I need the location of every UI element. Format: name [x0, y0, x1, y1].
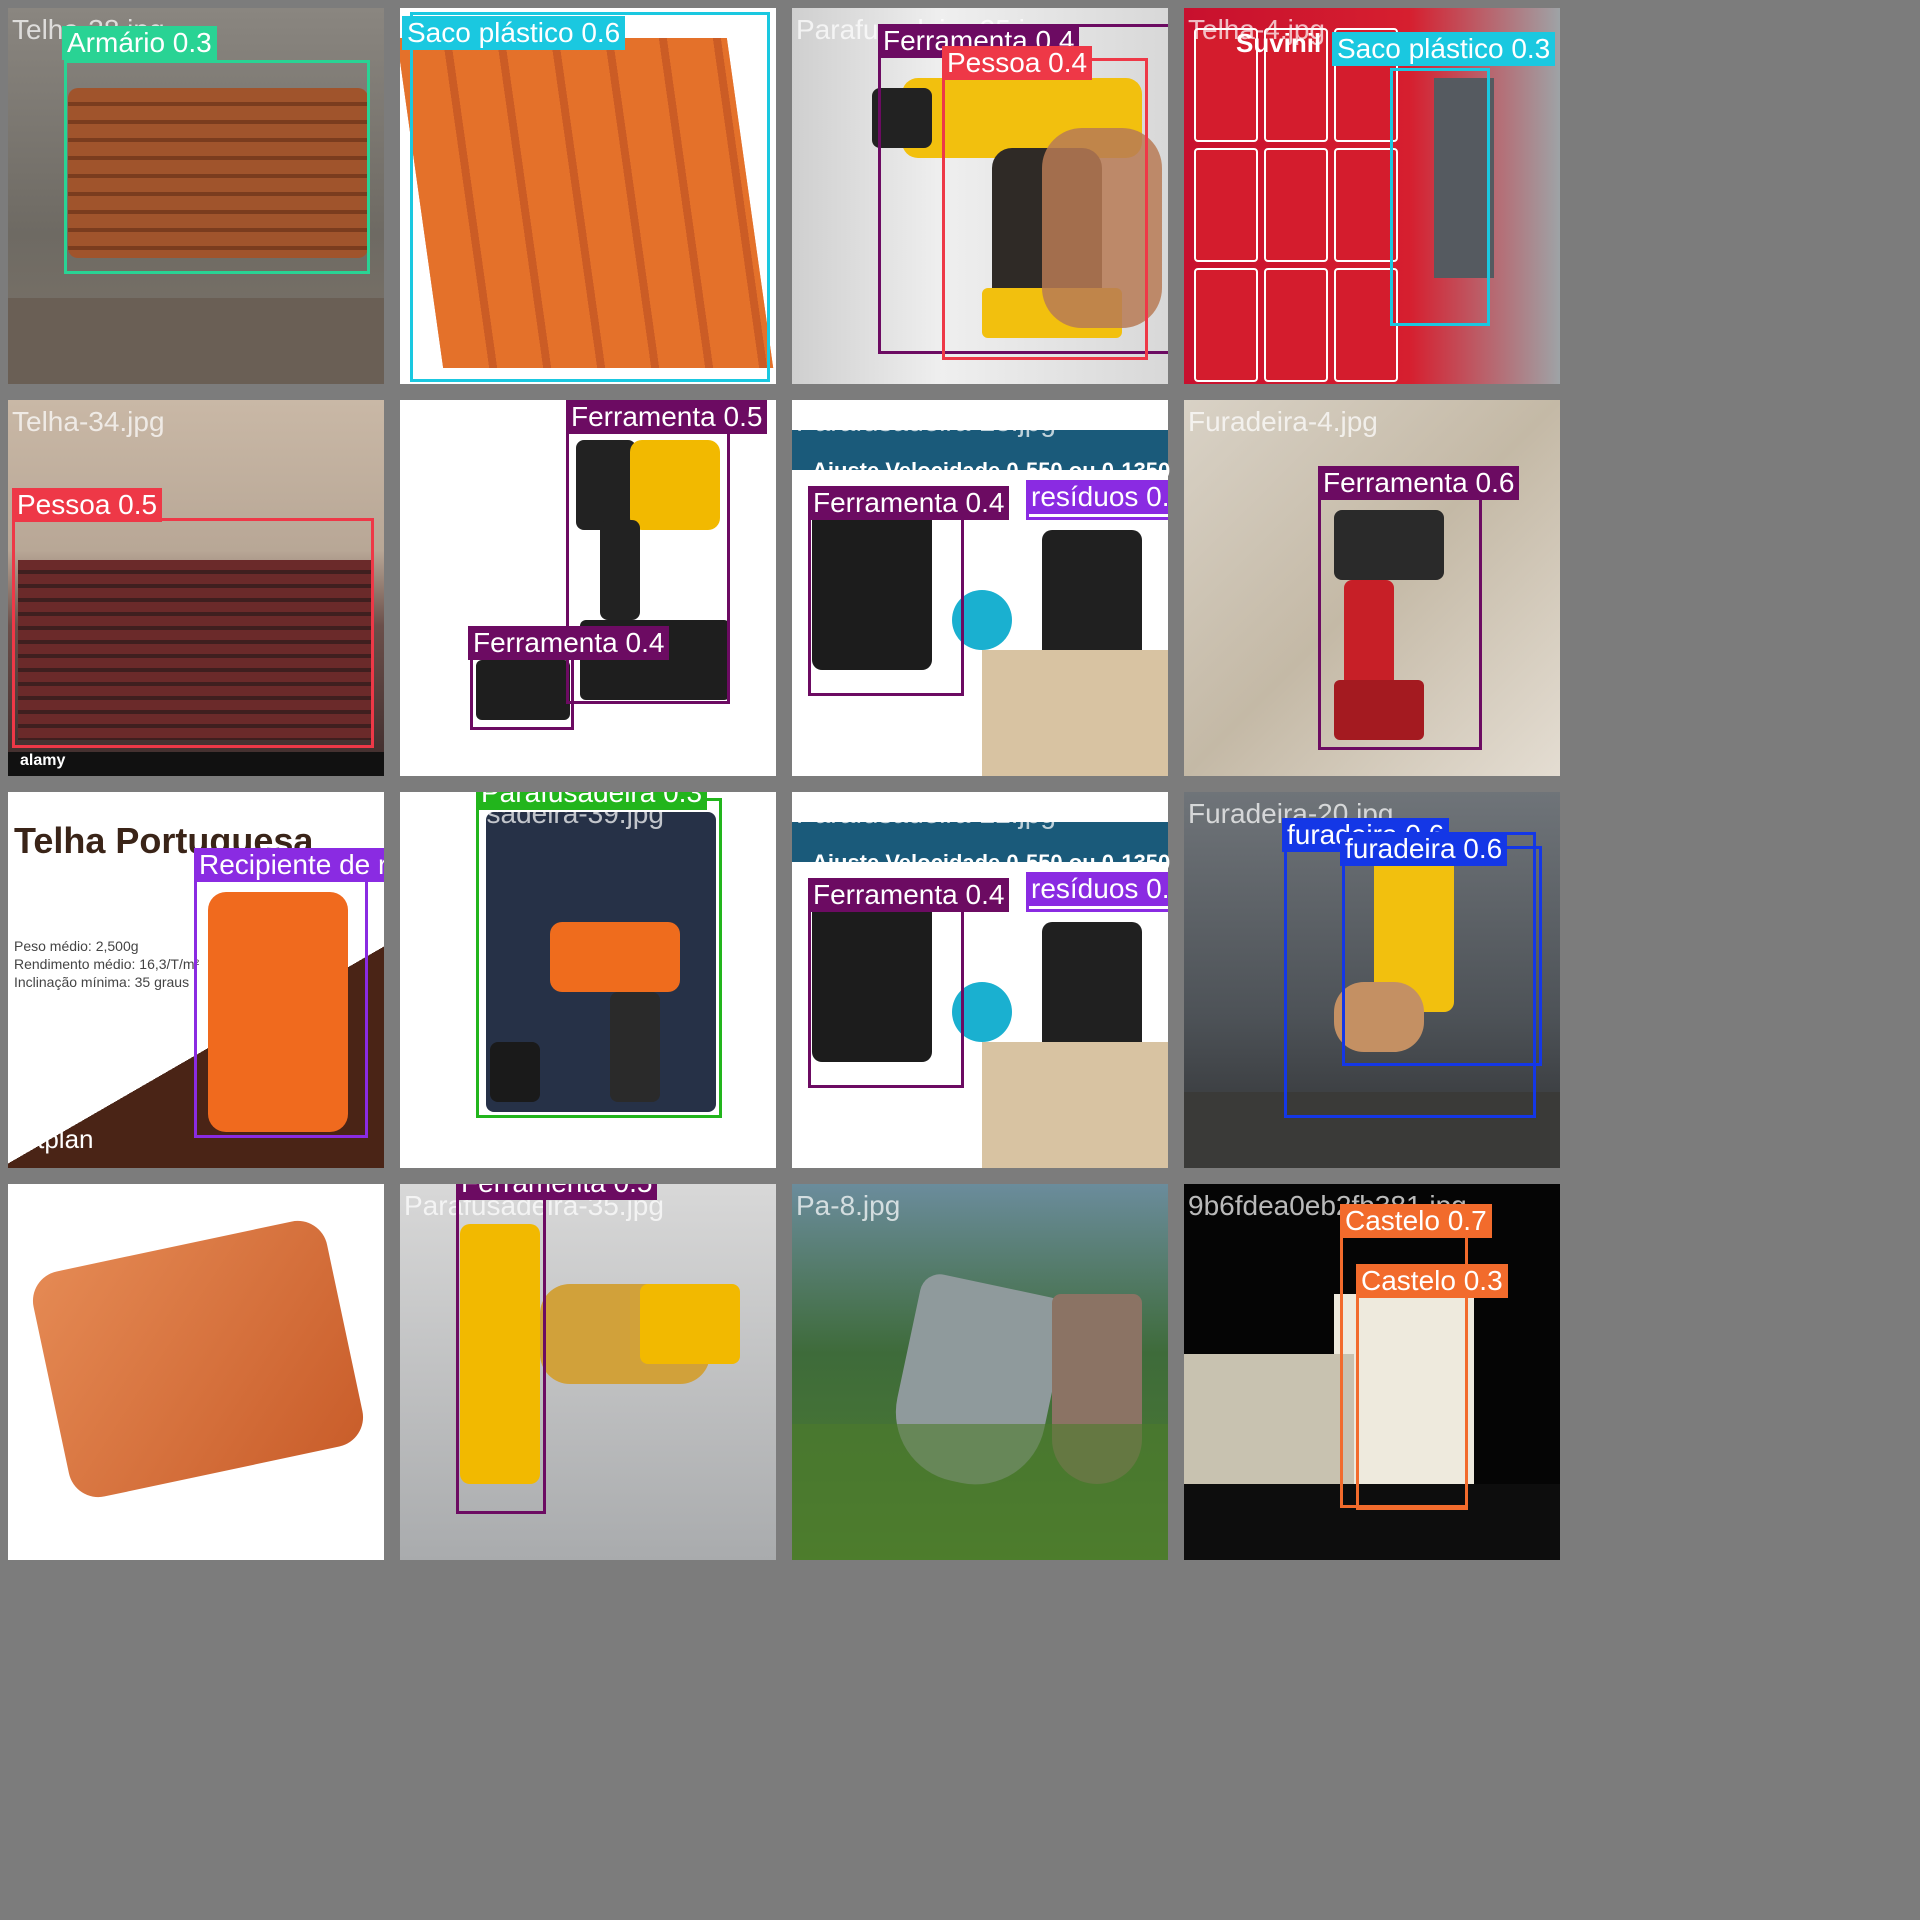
mosaic-tile: Telha-32.jpgRecipiente de resíduos 0.6	[8, 792, 384, 1168]
detections-layer: Armário 0.3	[8, 8, 384, 384]
mosaic-tile: Telha-4.jpg Saco plástico 0.3	[1184, 8, 1560, 384]
mosaic-tile: Parafusadeira-35.jpgFerramenta 0.5	[400, 1184, 776, 1560]
detection-label: Ferramenta 0.4	[808, 486, 1010, 520]
mosaic-tile: Pa-8.jpg	[792, 1184, 1168, 1560]
detection-label: Parafusadeira 0.3	[476, 792, 708, 810]
detection-label: Saco plástico 0.3	[1332, 32, 1556, 66]
bounding-box	[476, 798, 722, 1118]
detection-label: resíduos 0.9	[1026, 480, 1168, 514]
detections-layer	[792, 1184, 1168, 1560]
mosaic-tile: Parafusadeira-23.jpg Ferramenta 0.4 resídu…	[792, 400, 1168, 776]
detection-label: Castelo 0.7	[1340, 1204, 1492, 1238]
detection-label: resíduos 0.9	[1026, 872, 1168, 906]
detection-label: Ferramenta 0.6	[1318, 466, 1520, 500]
mosaic-tile: 9b6fdea0eb2fb381.jpg Castelo 0.7 Castelo 0…	[1184, 1184, 1560, 1560]
detections-layer: Castelo 0.7 Castelo 0.3	[1184, 1184, 1560, 1560]
detections-layer: Ferramenta 0.4 resíduos 0.9	[792, 792, 1168, 1168]
bounding-box	[1356, 1270, 1468, 1510]
detections-layer: Ferramenta 0.5	[400, 1184, 776, 1560]
bounding-box	[942, 58, 1148, 360]
mosaic-tile: Saco plástico 0.6	[400, 8, 776, 384]
bounding-box	[1390, 68, 1490, 326]
detections-layer: Parafusadeira 0.3	[400, 792, 776, 1168]
detections-layer: Ferramenta 0.4 resíduos 0.9	[792, 400, 1168, 776]
detections-layer: Ferramenta 0.4 Pessoa 0.4	[792, 8, 1168, 384]
detections-layer: furadeira 0.6furadeira 0.6	[1184, 792, 1560, 1168]
detections-layer: Recipiente de resíduos 0.6	[8, 792, 384, 1168]
detections-layer: Saco plástico 0.6	[400, 8, 776, 384]
bounding-box	[12, 518, 374, 748]
detection-label: Pessoa 0.5	[12, 488, 163, 522]
mosaic-tile: Telha-23.jpg	[8, 1184, 384, 1560]
detections-layer	[8, 1184, 384, 1560]
detection-label: Ferramenta 0.5	[456, 1184, 658, 1200]
detection-label: Ferramenta 0.4	[808, 878, 1010, 912]
mosaic-tile: Parafusadeira-22.jpg Ferramenta 0.4 resídu…	[792, 792, 1168, 1168]
detections-layer: Saco plástico 0.3	[1184, 8, 1560, 384]
mosaic-tile: Telha-34.jpg Pessoa 0.5	[8, 400, 384, 776]
bounding-box	[808, 490, 964, 696]
mosaic-tile: Parafusadeira-39.jpg Parafusadeira 0.3	[400, 792, 776, 1168]
mosaic-tile: Parafusadeira-25.jpgFerramenta 0.4Pessoa…	[792, 8, 1168, 384]
detection-label: Ferramenta 0.4	[468, 626, 670, 660]
detection-label: Armário 0.3	[62, 26, 217, 60]
detections-layer: Ferramenta 0.6	[1184, 400, 1560, 776]
detection-label: Recipiente de resíduos 0.6	[194, 848, 384, 882]
bounding-box	[410, 12, 770, 382]
mosaic-tile: Parafusadeira-6.jpgFerramenta 0.50.9Ferr…	[400, 400, 776, 776]
bounding-box	[64, 60, 370, 274]
mosaic-tile: Furadeira-4.jpg Ferramenta 0.6	[1184, 400, 1560, 776]
detections-layer: Ferramenta 0.50.9Ferramenta 0.4	[400, 400, 776, 776]
bounding-box	[808, 882, 964, 1088]
bounding-box	[1318, 496, 1482, 750]
bounding-box	[1342, 846, 1542, 1066]
detection-label: Castelo 0.3	[1356, 1264, 1508, 1298]
mosaic-tile: Furadeira-20.jpgfuradeira 0.6furadeira 0…	[1184, 792, 1560, 1168]
bounding-box	[456, 1184, 546, 1514]
detections-layer: Pessoa 0.5	[8, 400, 384, 776]
bounding-box	[194, 872, 368, 1138]
detection-label: furadeira 0.6	[1340, 832, 1508, 866]
mosaic-tile: Telha-38.jpgArmário 0.3	[8, 8, 384, 384]
detection-label: Pessoa 0.4	[942, 46, 1093, 80]
detection-label: Ferramenta 0.5	[566, 400, 768, 434]
detection-label: Saco plástico 0.6	[402, 16, 626, 50]
